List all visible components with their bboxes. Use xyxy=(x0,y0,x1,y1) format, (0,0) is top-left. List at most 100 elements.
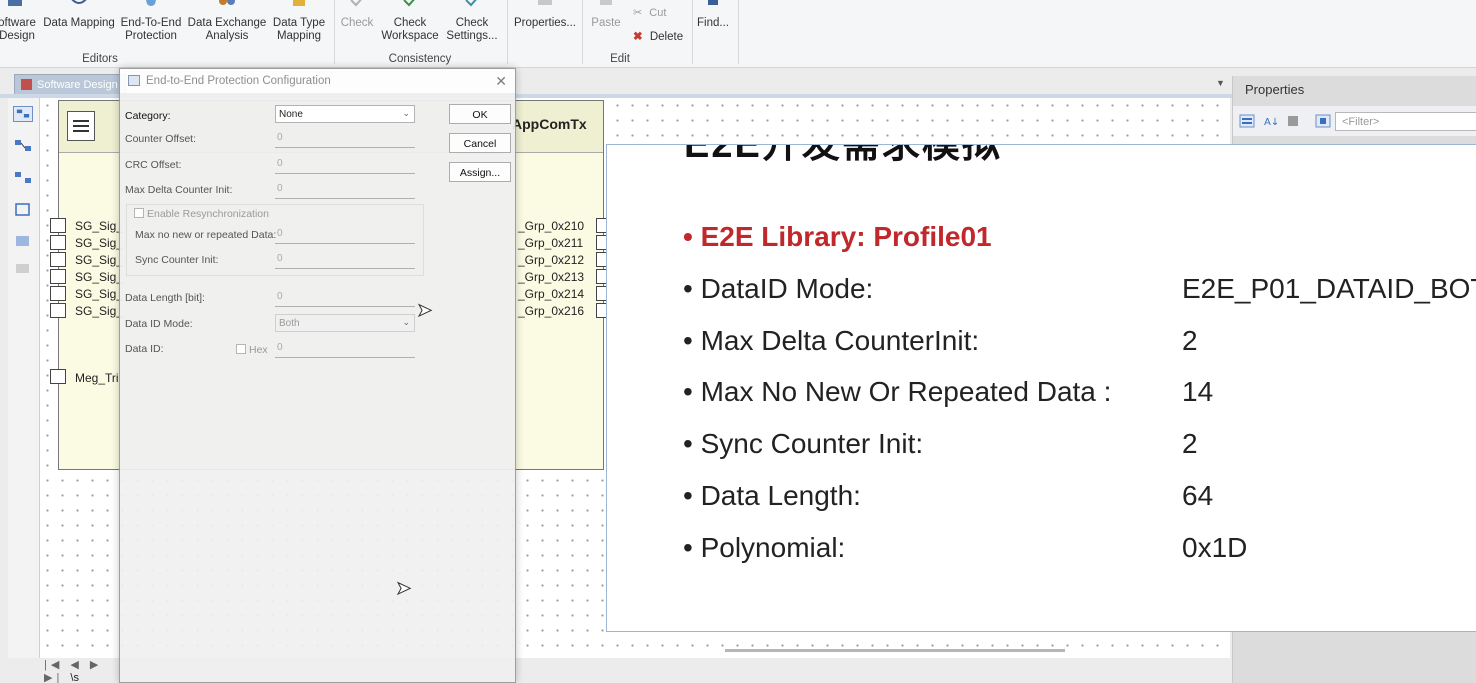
sheet-navigation[interactable]: |◀ ◀ ▶ ▶| \s xyxy=(44,658,120,683)
max-delta-counter-init-field[interactable]: 0 xyxy=(275,180,415,199)
diagram-toolbar xyxy=(8,98,40,658)
close-icon[interactable]: ✕ xyxy=(495,73,507,90)
data-length-field[interactable]: 0 xyxy=(275,288,415,307)
slide-value-dataid-mode: E2E_P01_DATAID_BOT xyxy=(1182,273,1476,304)
ribbon-group-editors: Editors xyxy=(82,53,118,65)
data-type-mapping-button[interactable]: Data Type Mapping xyxy=(270,0,328,50)
properties-icon xyxy=(538,0,552,5)
composition-tool-icon[interactable] xyxy=(13,232,33,248)
port-label: Meg_Tri xyxy=(75,371,119,385)
slide-value-data-length: 64 xyxy=(1182,480,1214,511)
paste-button[interactable]: Paste xyxy=(588,0,624,50)
port-label: SG_Sig_ xyxy=(75,270,124,284)
port-label: SG_Sig_ xyxy=(75,304,124,318)
slide-item-max-no-new: • Max No New Or Repeated Data : xyxy=(683,376,1112,407)
e2e-protection-button[interactable]: End-To-End Protection xyxy=(117,0,185,50)
check-icon xyxy=(350,0,362,7)
data-id-label: Data ID: xyxy=(125,343,164,355)
categorized-icon[interactable] xyxy=(1239,114,1255,128)
hex-label: Hex xyxy=(249,344,268,356)
cancel-button[interactable]: Cancel xyxy=(449,133,511,153)
port-label: SG_Sig_ xyxy=(75,236,124,250)
enable-resync-checkbox[interactable] xyxy=(134,208,144,218)
dialog-titlebar[interactable]: End-to-End Protection Configuration ✕ xyxy=(120,69,515,93)
max-no-new-field[interactable]: 0 xyxy=(275,225,415,244)
cut-button[interactable]: ✂ Cut xyxy=(633,6,666,19)
category-label: Category: xyxy=(125,110,171,122)
counter-offset-label: Counter Offset: xyxy=(125,133,197,145)
slide-heading: E2E开发需求模拟 xyxy=(684,144,1002,166)
slide-item-dataid-mode: • DataID Mode: xyxy=(683,273,874,304)
paste-icon xyxy=(600,0,612,5)
select-tool-icon[interactable] xyxy=(13,106,33,122)
port-label: _Grp_0x214 xyxy=(518,287,585,301)
data-id-field[interactable]: 0 xyxy=(275,339,415,358)
ribbon-group-edit: Edit xyxy=(610,53,630,65)
counter-offset-field[interactable]: 0 xyxy=(275,129,415,148)
data-mapping-icon xyxy=(71,0,87,4)
tab-software-design[interactable]: Software Design xyxy=(14,74,126,94)
dropdown-arrow-icon[interactable]: ▼ xyxy=(1216,78,1225,88)
delete-icon: ✖ xyxy=(633,31,643,43)
find-button[interactable]: Find... xyxy=(694,0,732,50)
e2e-protection-icon xyxy=(146,0,156,6)
slide-value-max-no-new: 14 xyxy=(1182,376,1214,407)
slide-item-data-length: • Data Length: xyxy=(683,480,861,511)
port-left[interactable] xyxy=(50,286,66,301)
slide-item-sync-counter: • Sync Counter Init: xyxy=(683,428,924,459)
data-exchange-button[interactable]: Data Exchange Analysis xyxy=(186,0,268,50)
slide-item-polynomial: • Polynomial: xyxy=(683,532,846,563)
port-left[interactable] xyxy=(50,235,66,250)
cut-icon: ✂ xyxy=(633,7,643,19)
data-mapping-button[interactable]: Data Mapping xyxy=(43,0,115,50)
ribbon-group-consistency: Consistency xyxy=(388,53,452,65)
check-settings-button[interactable]: Check Settings... xyxy=(443,0,501,50)
disabled-tool-icon xyxy=(16,264,29,273)
sync-counter-init-field[interactable]: 0 xyxy=(275,250,415,269)
slide-item-max-delta: • Max Delta CounterInit: xyxy=(683,325,980,356)
connector-tool-icon[interactable] xyxy=(13,138,33,154)
data-length-label: Data Length [bit]: xyxy=(125,292,205,304)
port-label: _Grp_0x211 xyxy=(518,236,584,250)
port-label: _Grp_0x213 xyxy=(518,270,585,284)
port-tool-icon[interactable] xyxy=(13,170,33,186)
component-icon xyxy=(67,111,95,141)
slide-value-sync-counter: 2 xyxy=(1182,428,1198,459)
sync-counter-init-label: Sync Counter Init: xyxy=(135,254,219,266)
ribbon-separator xyxy=(738,0,739,64)
port-left[interactable] xyxy=(50,303,66,318)
view-icon[interactable] xyxy=(1315,114,1331,128)
properties-filter-input[interactable]: <Filter> xyxy=(1335,112,1476,131)
data-id-mode-label: Data ID Mode: xyxy=(125,318,193,330)
properties-button[interactable]: Properties... xyxy=(512,0,578,50)
sort-alphabetical-icon[interactable]: A↓ xyxy=(1263,114,1279,128)
port-left[interactable] xyxy=(50,269,66,284)
ribbon-separator xyxy=(507,0,508,64)
port-label: SG_Sig_ xyxy=(75,219,124,233)
port-left[interactable] xyxy=(50,369,66,384)
hex-checkbox[interactable] xyxy=(236,344,246,354)
max-no-new-label: Max no new or repeated Data: xyxy=(135,229,277,241)
port-label: SG_Sig_ xyxy=(75,253,124,267)
properties-title: Properties xyxy=(1245,82,1305,97)
component-tool-icon[interactable] xyxy=(13,202,33,218)
port-left[interactable] xyxy=(50,252,66,267)
find-icon xyxy=(708,0,718,5)
dialog-window-icon xyxy=(128,75,140,86)
check-button[interactable]: Check xyxy=(338,0,376,50)
ok-button[interactable]: OK xyxy=(449,104,511,124)
ribbon-separator xyxy=(692,0,693,64)
horizontal-scrollbar[interactable] xyxy=(725,649,1065,652)
ribbon: oftware Design Data Mapping End-To-End P… xyxy=(0,0,1476,68)
category-select[interactable]: None ⌄ xyxy=(275,105,415,123)
svg-text:A↓: A↓ xyxy=(1264,117,1279,128)
assign-button[interactable]: Assign... xyxy=(449,162,511,182)
crc-offset-field[interactable]: 0 xyxy=(275,155,415,174)
check-workspace-button[interactable]: Check Workspace xyxy=(380,0,440,50)
port-left[interactable] xyxy=(50,218,66,233)
data-id-mode-select[interactable]: Both ⌄ xyxy=(275,314,415,332)
software-design-button[interactable]: oftware Design xyxy=(0,0,38,50)
property-pages-icon[interactable] xyxy=(1285,114,1301,128)
max-delta-counter-init-label: Max Delta Counter Init: xyxy=(125,184,233,196)
delete-button[interactable]: ✖ Delete xyxy=(633,29,683,43)
